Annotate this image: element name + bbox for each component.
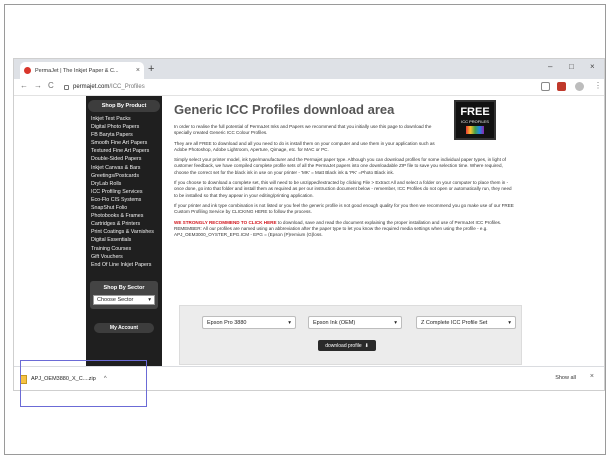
sidebar-item[interactable]: Gift Vouchers: [91, 253, 162, 261]
color-swatch-icon: [466, 126, 484, 134]
forward-button[interactable]: →: [34, 81, 42, 90]
back-button[interactable]: ←: [20, 81, 28, 90]
recommend-paragraph: WE STRONGLY RECOMMEND TO CLICK HERE to d…: [174, 220, 514, 239]
shop-by-sector-header: Shop By Sector: [103, 284, 145, 291]
menu-kebab-icon[interactable]: ⋮: [594, 81, 602, 90]
chevron-down-icon: ▾: [508, 319, 511, 326]
my-account-header[interactable]: My Account: [94, 322, 154, 333]
chevron-down-icon: ▾: [288, 319, 291, 326]
sidebar-item[interactable]: Print Coatings & Varnishes: [91, 228, 162, 236]
sector-select[interactable]: Choose Sector ▾: [93, 294, 155, 305]
sidebar-item[interactable]: Double-Sided Papers: [91, 155, 162, 163]
tab-permajet[interactable]: PermaJet | The Inkjet Paper & C... ×: [20, 62, 144, 79]
extract-paragraph: If you choose to download a complete set…: [174, 180, 512, 198]
download-button-label: download profile: [325, 342, 362, 349]
sidebar-item[interactable]: ICC Profiling Services: [91, 188, 162, 196]
new-tab-button[interactable]: +: [148, 62, 154, 76]
sidebar-item[interactable]: Greetings/Postcards: [91, 172, 162, 180]
download-arrow-icon: ⬇: [364, 342, 369, 349]
sidebar-item[interactable]: FB Baryta Papers: [91, 131, 162, 139]
minimize-button[interactable]: –: [548, 62, 552, 71]
star-icon[interactable]: [541, 82, 550, 91]
intro-paragraph: In order to realise the full potential o…: [174, 124, 432, 136]
product-list: Inkjet Test Packs Digital Photo Papers F…: [86, 115, 162, 269]
sidebar-item[interactable]: Cartridges & Printers: [91, 220, 162, 228]
sidebar-item[interactable]: Digital Essentials: [91, 236, 162, 244]
main-content: Generic ICC Profiles download area FREE …: [174, 100, 514, 238]
chevron-down-icon: ▾: [394, 319, 397, 326]
sidebar-item[interactable]: Photobooks & Frames: [91, 212, 162, 220]
paper-select-value: Z Complete ICC Profile Set: [421, 319, 488, 326]
shop-by-sector-box: Shop By Sector Choose Sector ▾: [90, 280, 158, 309]
url-host: permajet.com: [73, 84, 110, 90]
sidebar-item[interactable]: Textured Fine Art Papers: [91, 147, 162, 155]
chevron-down-icon: ▾: [148, 296, 151, 303]
badge-title: FREE: [460, 106, 490, 118]
profile-selector-panel: Epson Pro 3880 ▾ Epson Ink (OEM) ▾ Z Com…: [179, 305, 522, 365]
extension-icon[interactable]: [557, 82, 566, 91]
browser-toolbar: ← → C permajet.com /ICC_Profiles ⋮: [14, 79, 604, 96]
url-path: /ICC_Profiles: [109, 84, 145, 90]
sidebar-item[interactable]: Eco-Flo CIS Systems: [91, 196, 162, 204]
product-sidebar: Shop By Product Inkjet Test Packs Digita…: [86, 96, 162, 366]
badge-subtitle: ICC PROFILES: [461, 119, 489, 124]
download-profile-button[interactable]: download profile ⬇: [318, 340, 376, 351]
show-all-button[interactable]: Show all: [555, 375, 576, 381]
printer-select-value: Epson Pro 3880: [207, 319, 247, 326]
recommend-link[interactable]: WE STRONGLY RECOMMEND TO CLICK HERE: [174, 220, 277, 225]
sidebar-item[interactable]: Inkjet Canvas & Bars: [91, 164, 162, 172]
sidebar-item[interactable]: SnapShut Folio: [91, 204, 162, 212]
sidebar-item[interactable]: Digital Photo Papers: [91, 123, 162, 131]
highlight-box: [20, 360, 147, 407]
sidebar-item[interactable]: Inkjet Test Packs: [91, 115, 162, 123]
custom-profiling-paragraph: If your printer and ink type combination…: [174, 202, 514, 215]
sidebar-item[interactable]: End Of Line Inkjet Papers: [91, 261, 162, 269]
address-bar[interactable]: permajet.com /ICC_Profiles: [64, 81, 534, 93]
free-paragraph: They are all FREE to download and all yo…: [174, 140, 435, 152]
lock-icon: [64, 84, 69, 90]
free-icc-profiles-badge: FREE ICC PROFILES: [454, 100, 496, 140]
reload-button[interactable]: C: [48, 81, 54, 90]
close-window-button[interactable]: ×: [590, 62, 595, 71]
ink-select[interactable]: Epson Ink (OEM) ▾: [308, 316, 402, 329]
web-page: Shop By Product Inkjet Test Packs Digita…: [14, 96, 604, 366]
shelf-close-icon[interactable]: ×: [590, 373, 594, 380]
shop-by-product-header: Shop By Product: [88, 100, 160, 112]
browser-window: PermaJet | The Inkjet Paper & C... × + –…: [13, 58, 605, 391]
sidebar-item[interactable]: Training Courses: [91, 245, 162, 253]
profile-avatar-icon[interactable]: [575, 82, 584, 91]
printer-select[interactable]: Epson Pro 3880 ▾: [202, 316, 296, 329]
sidebar-item[interactable]: Smooth Fine Art Papers: [91, 139, 162, 147]
favicon-icon: [24, 67, 31, 74]
tab-strip: PermaJet | The Inkjet Paper & C... × + –…: [14, 59, 604, 79]
ink-select-value: Epson Ink (OEM): [313, 319, 356, 326]
maximize-button[interactable]: □: [569, 62, 574, 71]
sidebar-item[interactable]: DryLab Rolls: [91, 180, 162, 188]
sector-select-value: Choose Sector: [97, 296, 134, 303]
tab-close-icon[interactable]: ×: [136, 67, 140, 74]
tab-title: PermaJet | The Inkjet Paper & C...: [35, 67, 119, 74]
paper-select[interactable]: Z Complete ICC Profile Set ▾: [416, 316, 516, 329]
selection-paragraph: Simply select your printer model, ink ty…: [174, 157, 506, 175]
